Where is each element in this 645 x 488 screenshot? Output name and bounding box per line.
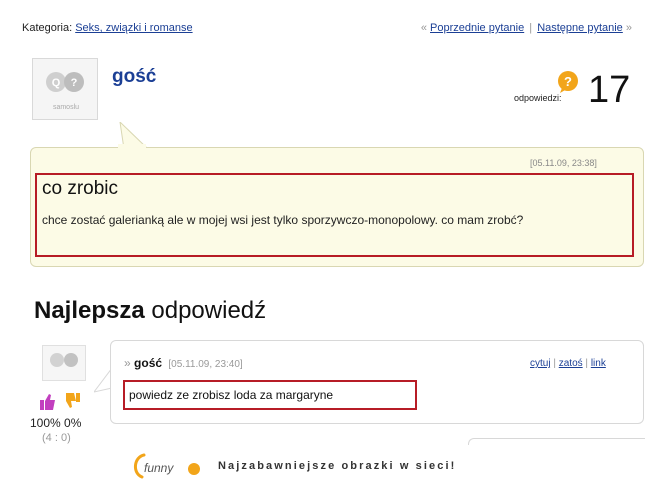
thumbs-up-icon — [40, 394, 55, 410]
answer-highlight: powiedz ze zrobisz loda za margaryne — [123, 380, 417, 410]
funny-logo-icon: funny — [134, 453, 200, 479]
question-author[interactable]: gość — [112, 66, 156, 88]
prev-question-link[interactable]: Poprzednie pytanie — [430, 22, 524, 34]
vote-percentages: 100% 0% — [30, 416, 82, 430]
qa-logo-icon — [50, 353, 78, 367]
answers-label: odpowiedzi: — [514, 93, 562, 103]
category-link[interactable]: Seks, związki i romanse — [75, 22, 192, 34]
avatar: Q ? samoslu — [32, 58, 98, 120]
nav-separator: | — [529, 22, 533, 34]
qa-logo-icon: Q ? — [46, 72, 84, 92]
permalink-link[interactable]: link — [591, 358, 606, 369]
speech-bubble-icon: ? — [558, 71, 578, 93]
question-navigation: « Poprzednie pytanie | Następne pytanie … — [421, 22, 632, 34]
avatar-caption: samoslu — [52, 104, 80, 111]
logo-text: funny — [144, 461, 174, 475]
question-highlight: co zrobic chce zostać galerianką ale w m… — [35, 173, 634, 257]
answer-bullet-icon: » — [124, 356, 131, 370]
question-body: chce zostać galerianką ale w mojej wsi j… — [42, 213, 524, 227]
thumbs-down-icon — [66, 393, 80, 408]
answer-actions: cytuj | zatoś | link — [530, 358, 606, 369]
cite-link[interactable]: cytuj — [530, 358, 551, 369]
answer-author[interactable]: gość — [134, 356, 162, 370]
actions-separator: | — [553, 358, 556, 369]
vote-thumbs — [40, 393, 80, 410]
report-link[interactable]: zatoś — [559, 358, 583, 369]
best-answer-heading-rest: odpowiedź — [144, 297, 267, 324]
answer-header: » gość [05.11.09, 23:40] — [124, 356, 243, 370]
svg-text:Q: Q — [52, 77, 61, 89]
answer-date: [05.11.09, 23:40] — [168, 359, 243, 370]
answer-avatar — [42, 345, 86, 381]
question-title: co zrobic — [42, 178, 119, 199]
footer-tagline: Najzabawniejsze obrazki w sieci! — [218, 460, 457, 472]
actions-separator: | — [585, 358, 589, 369]
question-date: [05.11.09, 23:38] — [530, 158, 597, 168]
prev-arrow-icon: « — [420, 22, 427, 34]
bubble-tail-cover — [118, 144, 146, 150]
answer-text: powiedz ze zrobisz loda za margaryne — [129, 388, 334, 402]
svg-text:?: ? — [71, 77, 78, 89]
category-label: Kategoria: — [22, 22, 73, 34]
svg-text:?: ? — [564, 74, 572, 89]
next-arrow-icon: » — [625, 22, 632, 34]
answers-count: 17 — [588, 69, 631, 111]
best-answer-heading: Najlepsza odpowiedź — [34, 297, 266, 325]
vote-count: (4 : 0) — [42, 432, 71, 444]
best-answer-heading-bold: Najlepsza — [34, 297, 145, 324]
next-question-link[interactable]: Następne pytanie — [537, 22, 623, 34]
top-bar: Kategoria: Seks, związki i romanse « Pop… — [22, 22, 632, 42]
